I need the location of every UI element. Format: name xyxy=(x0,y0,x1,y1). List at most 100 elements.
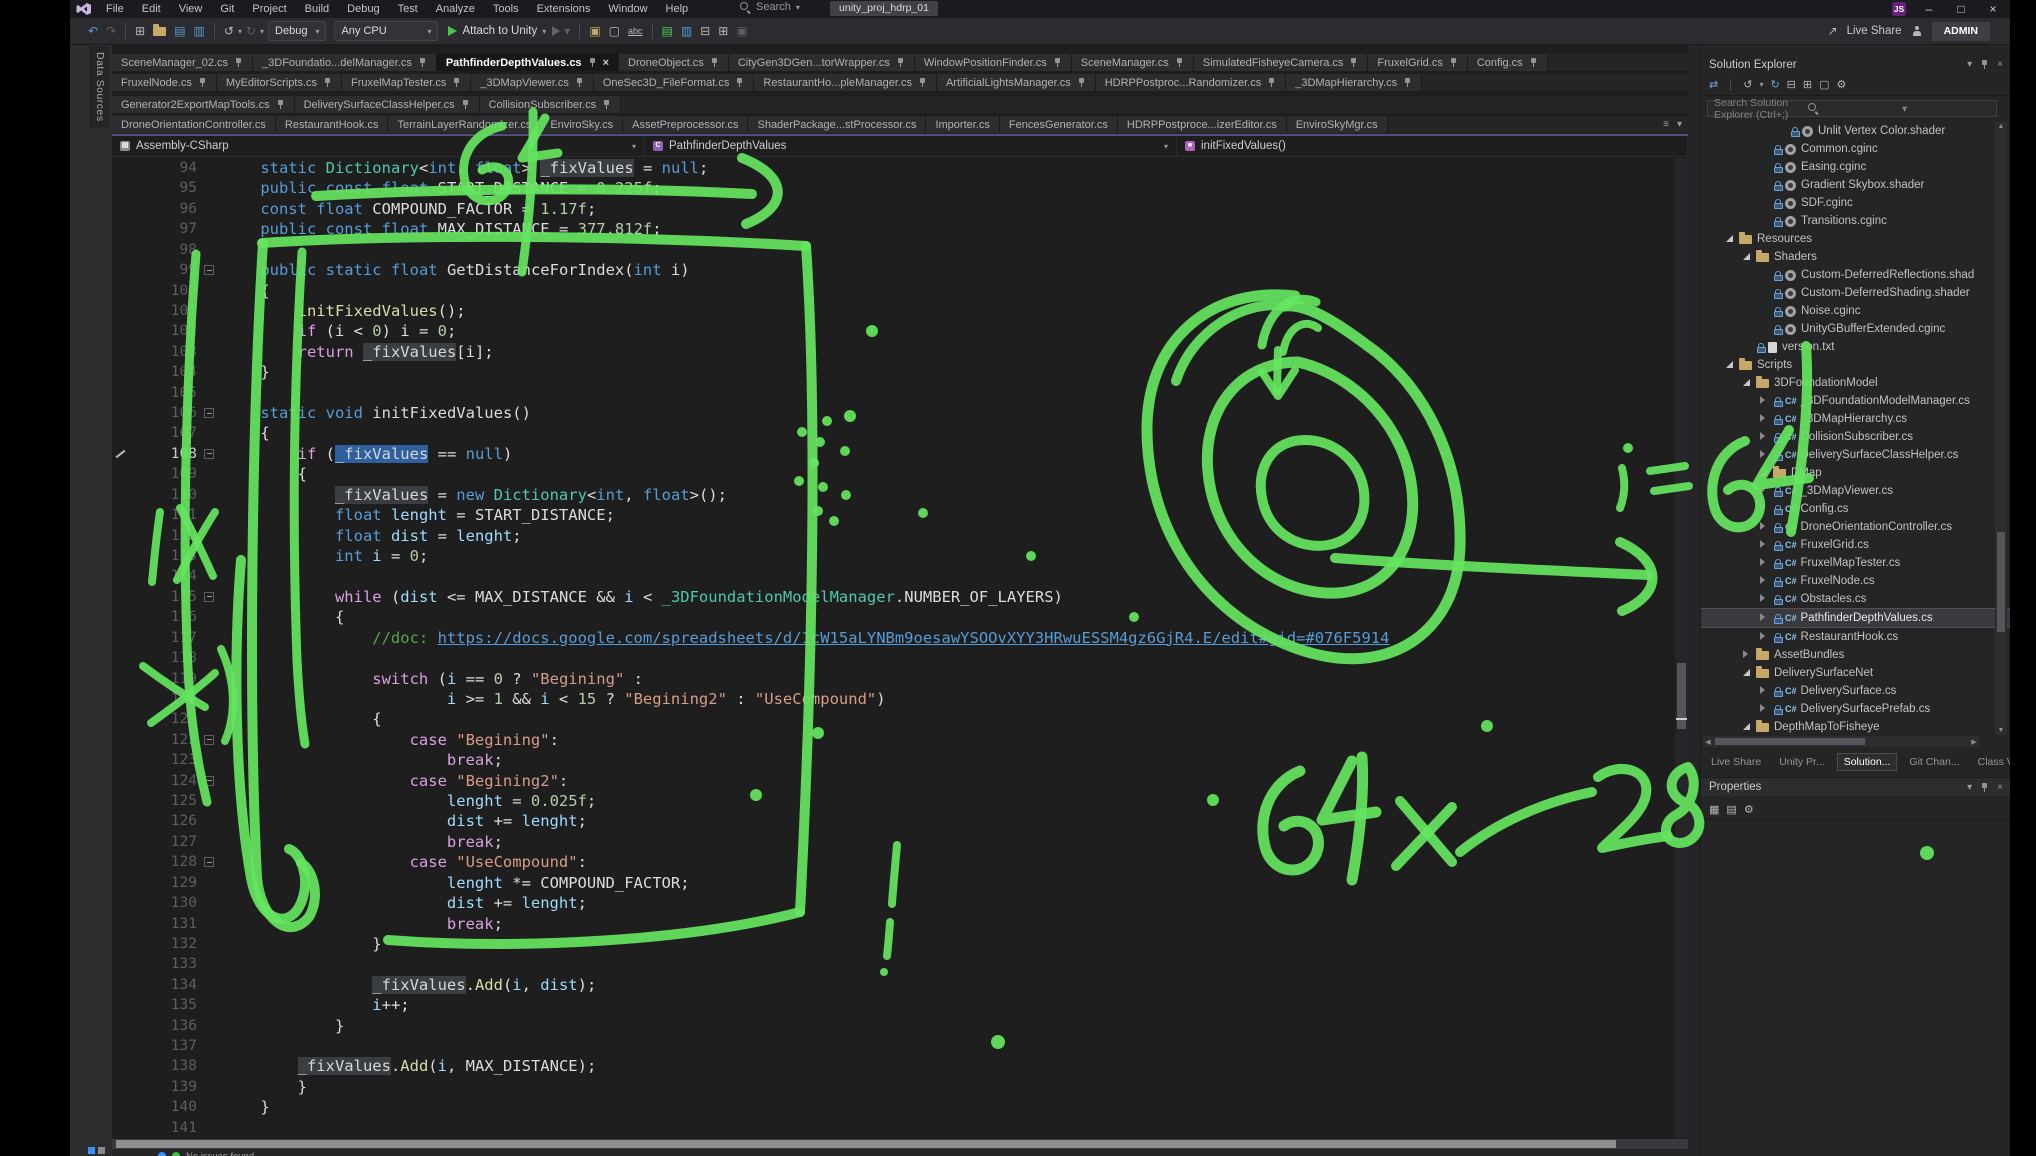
pin-icon[interactable] xyxy=(602,99,611,110)
expanded-arrow-icon[interactable] xyxy=(1760,467,1773,479)
bookmark-icon[interactable]: ▣ xyxy=(732,24,751,38)
pin-icon[interactable] xyxy=(710,57,719,68)
platform-dropdown[interactable]: Any CPU▾ xyxy=(334,21,438,41)
collapsed-arrow-icon[interactable] xyxy=(1760,575,1773,587)
panel-splitter[interactable] xyxy=(1688,44,1700,1156)
editor-tab[interactable]: FruxelMapTester.cs xyxy=(342,74,471,91)
feedback-icon[interactable] xyxy=(1912,26,1922,36)
tree-item[interactable]: C#DeliverySurface.cs xyxy=(1701,682,2010,700)
editor-tab[interactable]: _3DFoundatio...delManager.cs xyxy=(253,54,437,71)
collapsed-arrow-icon[interactable] xyxy=(1760,612,1773,624)
menu-item-debug[interactable]: Debug xyxy=(339,1,387,17)
tree-item[interactable]: Resources xyxy=(1701,230,2010,248)
pin-icon[interactable] xyxy=(575,77,584,88)
fold-marker[interactable] xyxy=(204,735,214,745)
collapsed-arrow-icon[interactable] xyxy=(1760,685,1773,697)
fold-marker[interactable] xyxy=(204,408,214,418)
navigate-forward-icon[interactable]: ↷ xyxy=(102,24,120,38)
tool-window-tab[interactable]: Unity Pr... xyxy=(1773,754,1831,770)
collapsed-arrow-icon[interactable] xyxy=(1760,521,1773,533)
close-icon[interactable]: × xyxy=(1997,59,2003,70)
account-badge[interactable]: JS xyxy=(1892,2,1906,16)
pin-icon[interactable] xyxy=(1053,57,1062,68)
configuration-dropdown[interactable]: Debug▾ xyxy=(268,21,326,41)
expanded-arrow-icon[interactable] xyxy=(1743,251,1756,263)
pending-changes-filter-icon[interactable]: ↺ xyxy=(1743,78,1752,91)
tree-item[interactable]: DMap xyxy=(1701,464,2010,482)
editor-tab[interactable]: EnviroSky.cs xyxy=(541,116,623,133)
menu-item-build[interactable]: Build xyxy=(297,1,337,17)
editor-vertical-scrollbar[interactable] xyxy=(1675,158,1688,1138)
admin-button[interactable]: ADMIN xyxy=(1932,22,1990,41)
tree-item[interactable]: Noise.cginc xyxy=(1701,302,2010,320)
redo-icon[interactable]: ↻ xyxy=(242,24,260,38)
pin-icon[interactable] xyxy=(1267,77,1276,88)
fold-marker[interactable] xyxy=(204,592,214,602)
editor-tab[interactable]: DeliverySurfaceClassHelper.cs xyxy=(295,96,480,113)
editor-tab[interactable]: DroneObject.cs xyxy=(619,54,729,71)
editor-tab[interactable]: EnviroSkyMgr.cs xyxy=(1287,116,1388,133)
tree-item[interactable]: C#_3DMapViewer.cs xyxy=(1701,482,2010,500)
menu-item-test[interactable]: Test xyxy=(390,1,426,17)
editor-horizontal-scrollbar[interactable] xyxy=(112,1139,1688,1149)
breadcrumb-type[interactable]: C PathfinderDepthValues ▾ xyxy=(645,136,1177,156)
tree-item[interactable]: Unlit Vertex Color.shader xyxy=(1701,122,2010,140)
menu-item-extensions[interactable]: Extensions xyxy=(529,1,599,17)
editor-tab[interactable]: CollisionSubscriber.cs xyxy=(480,96,622,113)
code-editor[interactable]: 94static Dictionary<int, float> _fixValu… xyxy=(112,158,1688,1156)
switch-views-icon[interactable]: ⇄ xyxy=(1709,78,1718,91)
editor-tab[interactable]: SimulatedFisheyeCamera.cs xyxy=(1194,54,1369,71)
tree-item[interactable]: C#_3DMapHierarchy.cs xyxy=(1701,410,2010,428)
editor-tab[interactable]: HDRPPostproc...Randomizer.cs xyxy=(1096,74,1287,91)
menu-item-git[interactable]: Git xyxy=(212,1,242,17)
close-icon[interactable]: × xyxy=(603,57,609,69)
tree-item[interactable]: AssetBundles xyxy=(1701,646,2010,664)
close-icon[interactable]: × xyxy=(1997,782,2003,793)
tree-item[interactable]: C#DeliverySurfaceClassHelper.cs xyxy=(1701,446,2010,464)
tree-item[interactable]: C#FruxelMapTester.cs xyxy=(1701,554,2010,572)
properties-icon[interactable]: ⚙ xyxy=(1837,78,1847,91)
collapsed-arrow-icon[interactable] xyxy=(1760,485,1773,497)
start-without-debug-icon[interactable] xyxy=(552,26,560,36)
solution-search-input[interactable]: Search Solution Explorer (Ctrl+;) ▾ xyxy=(1707,100,1997,117)
tool-window-tab[interactable]: Live Share xyxy=(1705,754,1767,770)
menu-item-edit[interactable]: Edit xyxy=(134,1,169,17)
scroll-down-icon[interactable]: ▼ xyxy=(1995,727,2007,734)
tree-item[interactable]: Easing.cginc xyxy=(1701,158,2010,176)
tree-item[interactable]: C#PathfinderDepthValues.cs xyxy=(1701,608,2010,628)
fold-marker[interactable] xyxy=(204,265,214,275)
undo-icon[interactable]: ↺ xyxy=(220,24,238,38)
open-file-icon[interactable] xyxy=(153,27,166,36)
scrollbar-thumb[interactable] xyxy=(1997,532,2005,632)
editor-tab[interactable]: PathfinderDepthValues.cs× xyxy=(437,54,619,71)
editor-tab[interactable]: TerrainLayerRandomizer.cs xyxy=(388,116,541,133)
collapsed-arrow-icon[interactable] xyxy=(1760,395,1773,407)
tree-item[interactable]: C#Obstacles.cs xyxy=(1701,590,2010,608)
collapsed-arrow-icon[interactable] xyxy=(1760,557,1773,569)
editor-tab[interactable]: RestaurantHook.cs xyxy=(276,116,389,133)
editor-tab[interactable]: MyEditorScripts.cs xyxy=(217,74,342,91)
editor-tab[interactable]: CityGen3DGen...torWrapper.cs xyxy=(729,54,915,71)
expanded-arrow-icon[interactable] xyxy=(1743,667,1756,679)
pin-icon[interactable] xyxy=(276,99,285,110)
pin-icon[interactable] xyxy=(323,77,332,88)
pin-icon[interactable] xyxy=(1529,57,1538,68)
tree-item[interactable]: SDF.cginc xyxy=(1701,194,2010,212)
tree-item[interactable]: Custom-DeferredReflections.shad xyxy=(1701,266,2010,284)
tool-window-tab[interactable]: Solution... xyxy=(1837,753,1898,771)
pin-icon[interactable] xyxy=(1449,57,1458,68)
collapse-all-icon[interactable]: ⊟ xyxy=(1787,78,1796,91)
scroll-right-icon[interactable]: ▶ xyxy=(1969,738,1979,746)
collapsed-arrow-icon[interactable] xyxy=(1760,631,1773,643)
fold-marker[interactable] xyxy=(204,857,214,867)
chevron-down-icon[interactable]: ▾ xyxy=(1967,782,1972,793)
breadcrumb-project[interactable]: ▤ Assembly-CSharp ▾ xyxy=(112,136,645,156)
tree-item[interactable]: Scripts xyxy=(1701,356,2010,374)
scrollbar-thumb[interactable] xyxy=(116,1140,1616,1148)
menu-item-file[interactable]: File xyxy=(98,1,132,17)
tree-item[interactable]: C#_3DFoundationModelManager.cs xyxy=(1701,392,2010,410)
menu-item-analyze[interactable]: Analyze xyxy=(428,1,483,17)
indent-icon[interactable]: ⊟ xyxy=(696,24,714,38)
collapsed-arrow-icon[interactable] xyxy=(1760,539,1773,551)
new-file-icon[interactable]: ⊞ xyxy=(131,24,149,38)
